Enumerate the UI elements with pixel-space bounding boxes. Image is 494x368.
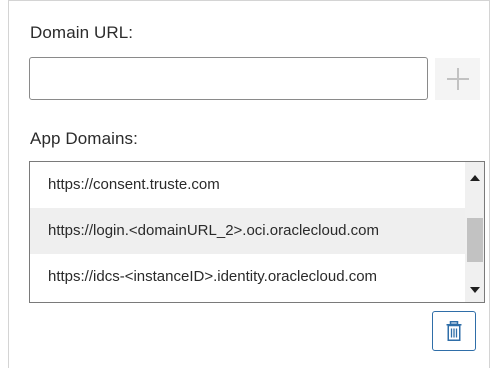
app-domains-list[interactable]: https://consent.truste.com https://login… <box>29 161 485 303</box>
list-item[interactable]: https://consent.truste.com <box>30 162 465 208</box>
arrow-down-icon <box>469 287 480 293</box>
trash-icon <box>446 321 462 341</box>
domain-url-input[interactable] <box>29 57 428 100</box>
scroll-down-button[interactable] <box>465 280 484 300</box>
arrow-up-icon <box>469 175 480 181</box>
domain-settings-panel: Domain URL: App Domains: https://consent… <box>8 0 490 368</box>
app-domains-label: App Domains: <box>30 129 138 148</box>
vertical-scrollbar[interactable] <box>465 162 484 302</box>
add-domain-button[interactable] <box>435 58 480 100</box>
domain-url-label: Domain URL: <box>30 23 134 42</box>
scroll-up-button[interactable] <box>465 168 484 188</box>
app-domains-items: https://consent.truste.com https://login… <box>30 162 465 302</box>
scroll-thumb[interactable] <box>467 218 483 262</box>
list-item[interactable]: https://idcs-<instanceID>.identity.oracl… <box>30 254 465 300</box>
delete-domain-button[interactable] <box>432 311 476 351</box>
list-item-selected[interactable]: https://login.<domainURL_2>.oci.oraclecl… <box>30 208 465 254</box>
plus-icon <box>446 68 469 90</box>
